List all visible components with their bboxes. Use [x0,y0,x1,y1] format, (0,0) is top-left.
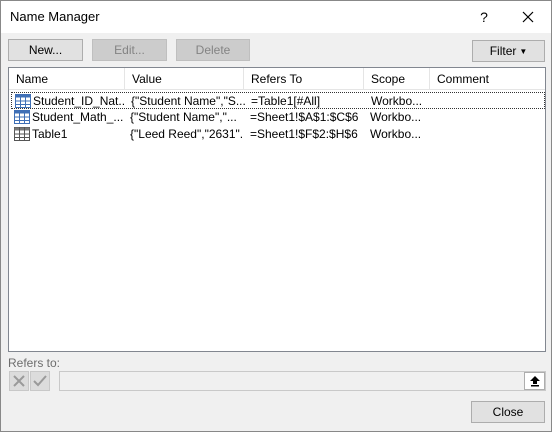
row-refers-to: =Table1[#All] [251,94,321,108]
chevron-down-icon: ▼ [519,46,528,56]
row-value: {"Student Name","... [130,110,237,124]
row-scope: Workbo... [370,127,422,141]
edit-button[interactable]: Edit... [92,39,167,61]
table-icon [14,110,30,124]
list-header: Name Value Refers To Scope Comment [9,68,545,90]
new-button-label: New... [28,43,63,57]
refers-to-label: Refers to: [8,356,61,370]
row-refers-to: =Sheet1!$F$2:$H$6 [250,127,358,141]
table-grid-icon [14,127,30,141]
help-button[interactable]: ? [462,3,506,31]
row-comment [437,93,543,109]
confirm-edit-button[interactable] [30,371,50,391]
row-name: Student_ID_Nat... [33,94,125,108]
filter-button-label: Filter [489,44,517,58]
table-icon [15,94,31,108]
name-manager-dialog: Name Manager ? New... Edit... Delete Fil… [0,0,552,432]
collapse-dialog-button[interactable] [524,372,545,390]
collapse-arrow-icon [529,376,540,387]
new-button[interactable]: New... [8,39,83,61]
row-value: {"Leed Reed","2631"... [130,127,244,141]
filter-button[interactable]: Filter ▼ [472,40,545,62]
column-header-refers-to[interactable]: Refers To [244,68,364,90]
dialog-title: Name Manager [10,9,100,24]
refers-to-input[interactable] [59,371,546,391]
close-window-button[interactable] [506,3,550,31]
column-header-comment[interactable]: Comment [430,68,545,90]
list-row[interactable]: Student_ID_Nat... {"Student Name","S... … [11,92,545,109]
cancel-edit-button[interactable] [9,371,29,391]
edit-button-label: Edit... [114,43,145,57]
row-comment [436,126,542,142]
row-name: Table1 [32,127,68,141]
names-list[interactable]: Name Value Refers To Scope Comment Stude… [8,67,546,352]
list-row[interactable]: Student_Math_... {"Student Name","... =S… [11,109,545,126]
delete-button[interactable]: Delete [176,39,250,61]
row-comment [436,109,542,125]
row-value: {"Student Name","S... [131,94,245,108]
list-row[interactable]: Table1 {"Leed Reed","2631"... =Sheet1!$F… [11,126,545,143]
checkmark-icon [33,375,47,387]
delete-button-label: Delete [195,43,231,57]
title-bar: Name Manager ? [1,1,551,33]
column-header-value[interactable]: Value [125,68,244,90]
close-button[interactable]: Close [471,401,545,423]
close-button-label: Close [492,405,524,419]
cancel-x-icon [13,375,25,387]
column-header-scope[interactable]: Scope [364,68,430,90]
row-scope: Workbo... [370,110,422,124]
close-icon [522,11,534,23]
row-refers-to: =Sheet1!$A$1:$C$6 [250,110,359,124]
column-header-name[interactable]: Name [9,68,125,90]
row-name: Student_Math_... [32,110,124,124]
row-scope: Workbo... [371,94,423,108]
